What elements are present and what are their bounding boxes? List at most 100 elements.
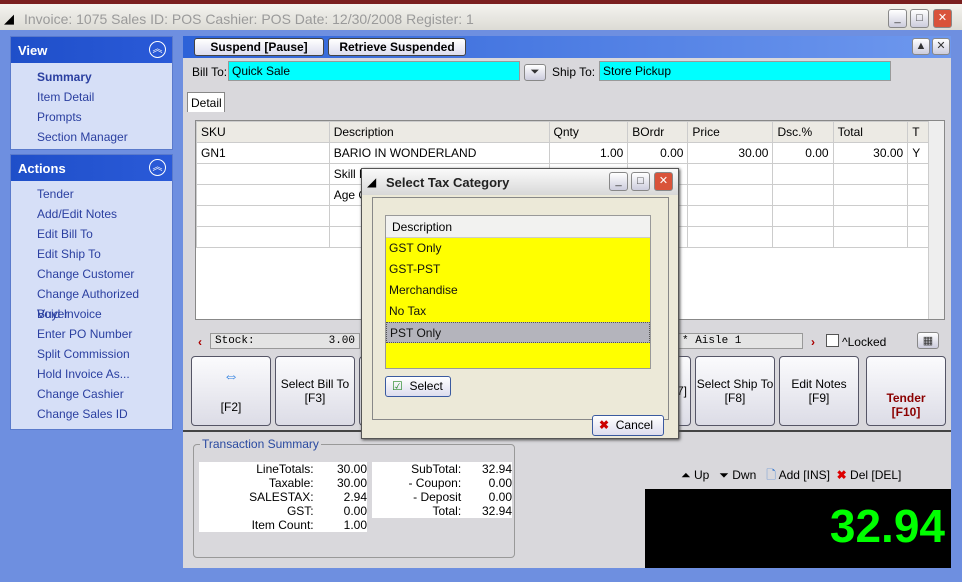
up-label: Up [693, 468, 710, 482]
add-label: Add [INS] [778, 468, 830, 482]
action-item[interactable]: Change Authorized Buyer [11, 284, 172, 321]
action-item[interactable]: Add/Edit Notes [11, 204, 172, 224]
f8-label: Select Ship To [696, 377, 774, 391]
summary-value: 32.94 [481, 462, 512, 476]
f2-button[interactable]: ⇔ [F2] [191, 356, 271, 426]
grid-cell [832, 226, 909, 248]
tax-option[interactable]: Merchandise [386, 280, 650, 301]
next-icon[interactable]: › [811, 335, 815, 349]
scrollbar[interactable] [928, 121, 944, 319]
delete-button[interactable]: ✖ Del [DEL] [837, 468, 902, 482]
ship-to-field[interactable]: Store Pickup [599, 61, 891, 81]
column-header[interactable]: BOrdr [627, 121, 689, 143]
action-item[interactable]: Tender [11, 184, 172, 204]
dialog-maximize-button[interactable]: □ [631, 172, 650, 191]
up-icon[interactable]: ▲ [912, 38, 930, 55]
summary-row: Total: 32.94 [372, 504, 512, 518]
column-header[interactable]: Qnty [548, 121, 629, 143]
grid-cell: 0.00 [627, 142, 689, 164]
action-item[interactable]: Change Sales ID [11, 404, 172, 424]
select-bill-to-button[interactable]: Select Bill To [F3] [275, 356, 355, 426]
window-title: Invoice: 1075 Sales ID: POS Cashier: POS… [24, 11, 474, 27]
action-item[interactable]: Hold Invoice As... [11, 364, 172, 384]
tax-option[interactable]: PST Only [386, 322, 650, 343]
dropdown-icon[interactable]: ⏷ [524, 64, 546, 81]
locked-checkbox[interactable] [826, 334, 839, 347]
stock-label: Stock: [215, 335, 255, 347]
grid-cell [687, 226, 774, 248]
summary-value: 0.00 [343, 504, 367, 518]
total-display: 32.94 [645, 489, 951, 568]
cancel-button[interactable]: ✖ Cancel [592, 415, 664, 436]
summary-value: 2.94 [343, 490, 367, 504]
column-header[interactable]: Dsc.% [772, 121, 834, 143]
keyboard-icon[interactable]: ▦ [917, 332, 939, 349]
close-button[interactable]: ✕ [933, 9, 952, 28]
grid-cell [772, 205, 834, 227]
collapse-icon[interactable]: ︽ [149, 159, 166, 176]
view-section-manager[interactable]: Section Manager [11, 127, 172, 147]
action-item[interactable]: Void Invoice [11, 304, 172, 324]
prev-icon[interactable]: ‹ [198, 335, 202, 349]
maximize-button[interactable]: □ [910, 9, 929, 28]
summary-label: Total: [432, 504, 462, 518]
view-item-detail[interactable]: Item Detail [11, 87, 172, 107]
view-summary[interactable]: Summary [11, 67, 172, 87]
edit-notes-button[interactable]: Edit Notes [F9] [779, 356, 859, 426]
summary-value: 0.00 [488, 476, 512, 490]
column-header[interactable]: SKU [196, 121, 330, 143]
grid-cell [687, 205, 774, 227]
dialog-close-button[interactable]: ✕ [654, 172, 673, 191]
column-header[interactable]: Description [386, 216, 650, 238]
dialog-minimize-button[interactable]: _ [609, 172, 628, 191]
down-button[interactable]: ⏷ Dwn [719, 468, 756, 482]
column-header[interactable]: T [907, 121, 929, 143]
grid-cell [772, 163, 834, 185]
summary-label: Item Count: [251, 518, 314, 532]
tax-option[interactable]: GST-PST [386, 259, 650, 280]
summary-title: Transaction Summary [200, 437, 321, 451]
tender-button[interactable]: Tender [F10] [866, 356, 946, 426]
bill-to-field[interactable]: Quick Sale [228, 61, 520, 81]
action-item[interactable]: Enter PO Number [11, 324, 172, 344]
column-header[interactable]: Total [832, 121, 909, 143]
view-prompts[interactable]: Prompts [11, 107, 172, 127]
summary-row: Item Count: 1.00 [199, 518, 367, 532]
cancel-icon: ✖ [599, 418, 610, 432]
action-item[interactable]: Change Customer [11, 264, 172, 284]
tax-option[interactable]: GST Only [386, 238, 650, 259]
swap-arrows-icon: ⇔ [223, 368, 239, 385]
grid-cell [687, 184, 774, 206]
tab-detail[interactable]: Detail [187, 92, 225, 112]
delete-label: Del [DEL] [850, 468, 902, 482]
summary-label: Taxable: [268, 476, 314, 490]
summary-row: Taxable: 30.00 [199, 476, 367, 490]
select-ship-to-button[interactable]: Select Ship To [F8] [695, 356, 775, 426]
f8-key: [F8] [724, 391, 746, 405]
summary-value: 1.00 [343, 518, 367, 532]
grid-cell [196, 184, 330, 206]
table-row[interactable]: GN1 BARIO IN WONDERLAND 1.00 0.00 30.00 0.00 3… [196, 142, 929, 164]
select-button[interactable]: ☑ Select [385, 376, 451, 397]
action-item[interactable]: Change Cashier [11, 384, 172, 404]
close-icon[interactable]: ✕ [932, 38, 950, 55]
action-item[interactable]: Split Commission [11, 344, 172, 364]
grid-cell: BARIO IN WONDERLAND [328, 142, 550, 164]
up-button[interactable]: ⏶ Up [681, 468, 709, 482]
action-item[interactable]: Edit Ship To [11, 244, 172, 264]
minimize-button[interactable]: _ [888, 9, 907, 28]
column-header[interactable]: Price [687, 121, 774, 143]
tax-option[interactable]: No Tax [386, 301, 650, 322]
column-header[interactable]: Description [328, 121, 550, 143]
retrieve-suspended-button[interactable]: Retrieve Suspended [328, 38, 466, 56]
f10-key: [F10] [891, 405, 921, 419]
suspend-button[interactable]: Suspend [Pause] [194, 38, 324, 56]
grid-cell: 0.00 [772, 142, 834, 164]
action-item[interactable]: Edit Bill To [11, 224, 172, 244]
collapse-icon[interactable]: ︽ [149, 41, 166, 58]
grid-cell [907, 163, 929, 185]
bill-to-label: Bill To: [192, 65, 228, 79]
summary-label: GST: [286, 504, 314, 518]
summary-label: SALESTAX: [249, 490, 314, 504]
add-button[interactable]: 🗋 Add [INS] [766, 468, 830, 482]
